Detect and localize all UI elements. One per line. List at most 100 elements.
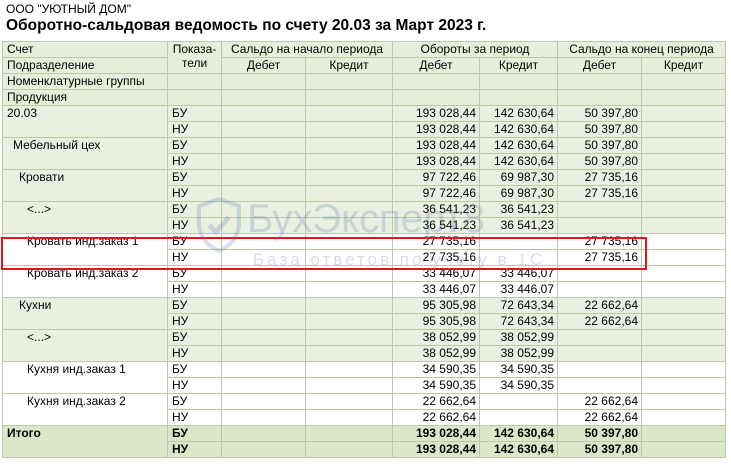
closing-credit-cell [641, 393, 726, 410]
turnover-credit-cell: 33 446,07 [479, 281, 558, 298]
table-row: <...> БУ 36 541,23 36 541,23 [2, 201, 726, 234]
row-name: Кровати [2, 169, 168, 202]
turnover-credit-cell [479, 393, 558, 410]
closing-debit-cell: 27 735,16 [557, 185, 642, 202]
opening-credit-cell [305, 345, 393, 362]
turnover-debit-cell: 95 305,98 [392, 297, 480, 314]
closing-credit-cell [641, 201, 726, 218]
closing-credit-cell [641, 265, 726, 282]
opening-debit-cell [221, 361, 306, 378]
closing-credit-cell [641, 425, 726, 442]
turnover-credit-cell: 69 987,30 [479, 169, 558, 186]
indicator-cell: НУ [167, 441, 222, 458]
total-label: Итого [2, 425, 168, 458]
turnover-debit-cell: 97 722,46 [392, 169, 480, 186]
turnover-credit-cell: 38 052,99 [479, 329, 558, 346]
indicator-cell: БУ [167, 361, 222, 378]
indicator-cell: НУ [167, 377, 222, 394]
turnover-debit-cell: 97 722,46 [392, 185, 480, 202]
opening-credit-cell [305, 169, 393, 186]
indicator-cell: БУ [167, 393, 222, 410]
opening-debit-cell [221, 249, 306, 266]
closing-credit-cell [641, 441, 726, 458]
closing-credit-cell [641, 377, 726, 394]
closing-credit-cell [641, 297, 726, 314]
opening-debit-cell [221, 121, 306, 138]
turnover-credit-cell: 69 987,30 [479, 185, 558, 202]
header-indicators: Показа- тели [167, 41, 222, 74]
indicator-cell: НУ [167, 217, 222, 234]
opening-debit-cell [221, 345, 306, 362]
indicator-cell: БУ [167, 201, 222, 218]
row-name: Кровать инд.заказ 2 [2, 265, 168, 298]
report-title: Оборотно-сальдовая ведомость по счету 20… [6, 17, 487, 34]
turnover-credit-cell: 142 630,64 [479, 137, 558, 154]
header-turnover-credit: Кредит [479, 57, 558, 74]
closing-credit-cell [641, 153, 726, 170]
row-name: Кухня инд.заказ 2 [2, 393, 168, 426]
row-name: <...> [2, 329, 168, 362]
row-name: Кухни [2, 297, 168, 330]
table-row: Кухни БУ 95 305,98 72 643,34 22 662,64 [2, 297, 726, 330]
closing-debit-cell [557, 281, 642, 298]
indicator-cell: НУ [167, 409, 222, 426]
header-closing-balance: Сальдо на конец периода [557, 41, 726, 58]
opening-debit-cell [221, 393, 306, 410]
indicator-cell: НУ [167, 121, 222, 138]
turnover-credit-cell: 36 541,23 [479, 201, 558, 218]
indicator-cell: НУ [167, 345, 222, 362]
table-row: Итого БУ 193 028,44 142 630,64 50 397,80 [2, 425, 726, 458]
opening-credit-cell [305, 425, 393, 442]
opening-debit-cell [221, 297, 306, 314]
opening-debit-cell [221, 313, 306, 330]
closing-credit-cell [641, 281, 726, 298]
turnover-balance-sheet-table: Счет Показа- тели Сальдо на начало перио… [2, 41, 726, 458]
turnover-credit-cell: 142 630,64 [479, 425, 558, 442]
closing-credit-cell [641, 169, 726, 186]
row-name: Мебельный цех [2, 137, 168, 170]
opening-credit-cell [305, 201, 393, 218]
closing-debit-cell [557, 361, 642, 378]
closing-debit-cell [557, 217, 642, 234]
indicator-cell: НУ [167, 185, 222, 202]
indicator-cell: БУ [167, 297, 222, 314]
closing-credit-cell [641, 137, 726, 154]
table-row: Кухня инд.заказ 1 БУ 34 590,35 34 590,35 [2, 361, 726, 394]
closing-credit-cell [641, 233, 726, 250]
opening-debit-cell [221, 153, 306, 170]
closing-credit-cell [641, 105, 726, 122]
indicator-cell: БУ [167, 169, 222, 186]
turnover-debit-cell: 95 305,98 [392, 313, 480, 330]
opening-credit-cell [305, 217, 393, 234]
closing-debit-cell: 27 735,16 [557, 249, 642, 266]
turnover-credit-cell [479, 409, 558, 426]
indicator-cell: НУ [167, 313, 222, 330]
turnover-debit-cell: 34 590,35 [392, 361, 480, 378]
indicator-cell: НУ [167, 153, 222, 170]
closing-debit-cell: 22 662,64 [557, 313, 642, 330]
turnover-credit-cell: 72 643,34 [479, 313, 558, 330]
opening-debit-cell [221, 201, 306, 218]
header-opening-debit: Дебет [221, 57, 306, 74]
turnover-debit-cell: 22 662,64 [392, 393, 480, 410]
turnover-debit-cell: 33 446,07 [392, 265, 480, 282]
closing-debit-cell: 50 397,80 [557, 441, 642, 458]
opening-debit-cell [221, 377, 306, 394]
turnover-credit-cell: 72 643,34 [479, 297, 558, 314]
opening-credit-cell [305, 249, 393, 266]
table-row: Мебельный цех БУ 193 028,44 142 630,64 50 39… [2, 137, 726, 170]
indicator-cell: БУ [167, 137, 222, 154]
opening-debit-cell [221, 169, 306, 186]
opening-debit-cell [221, 409, 306, 426]
turnover-debit-cell: 193 028,44 [392, 153, 480, 170]
opening-credit-cell [305, 281, 393, 298]
table-row: Кровать инд.заказ 2 БУ 33 446,07 33 446,07 [2, 265, 726, 298]
header-opening-credit: Кредит [305, 57, 393, 74]
row-name: 20.03 [2, 105, 168, 138]
closing-credit-cell [641, 217, 726, 234]
turnover-credit-cell: 142 630,64 [479, 105, 558, 122]
header-products: Продукция [2, 89, 168, 106]
closing-debit-cell: 50 397,80 [557, 121, 642, 138]
closing-credit-cell [641, 121, 726, 138]
turnover-debit-cell: 36 541,23 [392, 201, 480, 218]
